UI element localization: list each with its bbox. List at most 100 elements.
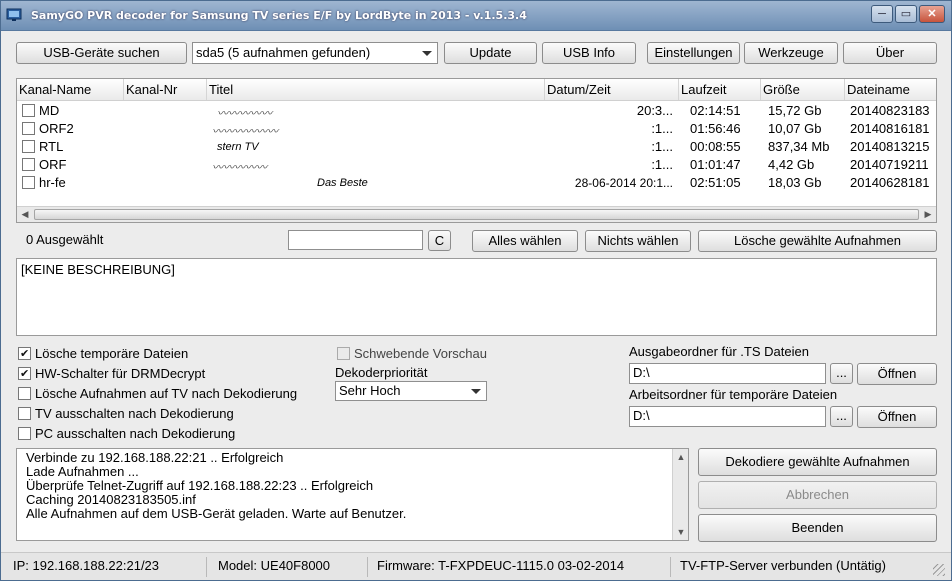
tools-button[interactable]: Werkzeuge [744, 42, 838, 64]
output-folder-label: Ausgabeordner für .TS Dateien [629, 344, 809, 359]
option-label: HW-Schalter für DRMDecrypt [35, 366, 206, 381]
option-label: Lösche temporäre Dateien [35, 346, 189, 361]
cell-date: :1... [651, 139, 673, 154]
chevron-down-icon [422, 51, 432, 56]
option-delete-on-tv[interactable]: Lösche Aufnahmen auf TV nach Dekodierung [18, 385, 297, 403]
row-checkbox[interactable] [22, 104, 35, 117]
recordings-list[interactable]: Kanal-Name Kanal-Nr Titel Datum/Zeit Lau… [16, 78, 937, 223]
exit-button[interactable]: Beenden [698, 514, 937, 542]
status-bar: IP: 192.168.188.22:21/23 Model: UE40F800… [1, 552, 951, 580]
table-row[interactable]: MD 〰︎〰︎〰︎〰︎〰︎ 20:3... 02:14:51 15,72 Gb … [17, 102, 936, 120]
obscured-title: 〰︎〰︎〰︎〰︎〰︎ [212, 161, 267, 171]
select-all-button[interactable]: Alles wählen [472, 230, 578, 252]
table-row[interactable]: ORF2 〰︎〰︎〰︎〰︎〰︎〰︎ :1... 01:56:46 10,07 G… [17, 120, 936, 138]
table-row[interactable]: hr-fe Das Beste 28-06-2014 20:1... 02:51… [17, 174, 936, 192]
select-none-button[interactable]: Nichts wählen [585, 230, 691, 252]
about-button[interactable]: Über [843, 42, 937, 64]
cell-channel: ORF [39, 157, 67, 172]
cell-duration: 02:14:51 [690, 103, 741, 118]
log-output[interactable]: Verbinde zu 192.168.188.22:21 .. Erfolgr… [16, 448, 689, 541]
checkbox-icon[interactable] [337, 347, 350, 360]
column-header[interactable]: Kanal-Nr [124, 79, 207, 100]
column-header[interactable]: Größe [761, 79, 845, 100]
browse-output-button[interactable]: ... [830, 363, 853, 384]
cell-date: 20:3... [636, 103, 673, 118]
cell-size: 837,34 Mb [768, 139, 830, 154]
usb-search-button[interactable]: USB-Geräte suchen [16, 42, 187, 64]
scrollbar-thumb[interactable] [34, 209, 919, 220]
column-header[interactable]: Dateiname [845, 79, 936, 100]
clear-filter-button[interactable]: C [428, 230, 451, 251]
vertical-scrollbar[interactable]: ▲ ▼ [672, 449, 688, 540]
window-title: SamyGO PVR decoder for Samsung TV series… [31, 9, 527, 22]
priority-value: Sehr Hoch [339, 383, 401, 398]
priority-label: Dekoderpriorität [335, 365, 428, 380]
checkbox-icon[interactable] [18, 427, 31, 440]
drive-select[interactable]: sda5 (5 aufnahmen gefunden) [192, 42, 438, 64]
browse-work-button[interactable]: ... [830, 406, 853, 427]
work-folder-input[interactable]: D:\ [629, 406, 826, 427]
scroll-right-icon[interactable]: ▶ [920, 207, 936, 222]
checkbox-checked-icon[interactable] [18, 345, 31, 363]
option-label: TV ausschalten nach Dekodierung [35, 406, 234, 421]
scroll-down-icon[interactable]: ▼ [673, 524, 689, 540]
output-folder-input[interactable]: D:\ [629, 363, 826, 384]
restore-button[interactable]: ▭ [895, 5, 917, 23]
update-button[interactable]: Update [444, 42, 537, 64]
checkbox-checked-icon[interactable] [18, 365, 31, 383]
minimize-button[interactable]: ─ [871, 5, 893, 23]
status-ip: IP: 192.168.188.22:21/23 [13, 558, 160, 573]
priority-select[interactable]: Sehr Hoch [335, 381, 487, 401]
log-line: Caching 20140823183505.inf [26, 492, 196, 507]
title-bar[interactable]: SamyGO PVR decoder for Samsung TV series… [1, 1, 951, 31]
option-pc-off[interactable]: PC ausschalten nach Dekodierung [18, 425, 235, 443]
cell-duration: 01:01:47 [690, 157, 741, 172]
row-checkbox[interactable] [22, 176, 35, 189]
work-folder-label: Arbeitsordner für temporäre Dateien [629, 387, 838, 402]
option-label: Lösche Aufnahmen auf TV nach Dekodierung [35, 386, 298, 401]
cell-size: 10,07 Gb [768, 121, 822, 136]
option-floating-preview[interactable]: Schwebende Vorschau [337, 345, 487, 363]
open-work-button[interactable]: Öffnen [857, 406, 937, 428]
row-checkbox[interactable] [22, 158, 35, 171]
column-header[interactable]: Laufzeit [679, 79, 761, 100]
settings-button[interactable]: Einstellungen [647, 42, 740, 64]
row-checkbox[interactable] [22, 140, 35, 153]
cell-channel: ORF2 [39, 121, 74, 136]
open-output-button[interactable]: Öffnen [857, 363, 937, 385]
checkbox-icon[interactable] [18, 407, 31, 420]
cell-date: :1... [651, 121, 673, 136]
cell-date: 28-06-2014 20:1... [574, 176, 673, 190]
option-delete-temp[interactable]: Lösche temporäre Dateien [18, 345, 188, 363]
drive-select-value: sda5 (5 aufnahmen gefunden) [196, 45, 371, 60]
option-hw-drm[interactable]: HW-Schalter für DRMDecrypt [18, 365, 205, 383]
cell-size: 15,72 Gb [768, 103, 822, 118]
table-row[interactable]: ORF 〰︎〰︎〰︎〰︎〰︎ :1... 01:01:47 4,42 Gb 20… [17, 156, 936, 174]
close-button[interactable]: ✕ [919, 5, 945, 23]
column-header[interactable]: Kanal-Name [17, 79, 124, 100]
column-header[interactable]: Titel [207, 79, 545, 100]
scroll-left-icon[interactable]: ◀ [17, 207, 33, 222]
resize-grip-icon[interactable] [933, 564, 945, 576]
filter-input[interactable] [288, 230, 423, 250]
obscured-title: 〰︎〰︎〰︎〰︎〰︎〰︎ [212, 125, 278, 135]
scroll-up-icon[interactable]: ▲ [673, 449, 689, 465]
usb-info-button[interactable]: USB Info [542, 42, 636, 64]
cell-channel: MD [39, 103, 60, 118]
app-icon [6, 8, 22, 21]
cancel-button[interactable]: Abbrechen [698, 481, 937, 509]
status-divider [206, 557, 207, 577]
checkbox-icon[interactable] [18, 387, 31, 400]
option-tv-off[interactable]: TV ausschalten nach Dekodierung [18, 405, 234, 423]
decode-button[interactable]: Dekodiere gewählte Aufnahmen [698, 448, 937, 476]
cell-filename: 20140628181 [850, 175, 930, 190]
description-box[interactable]: [KEINE BESCHREIBUNG] [16, 258, 937, 336]
delete-selected-button[interactable]: Lösche gewählte Aufnahmen [698, 230, 937, 252]
cell-channel: hr-fe [39, 175, 66, 190]
column-header[interactable]: Datum/Zeit [545, 79, 679, 100]
cell-filename: 20140816181 [850, 121, 930, 136]
description-text: [KEINE BESCHREIBUNG] [21, 262, 175, 277]
table-row[interactable]: RTL stern TV :1... 00:08:55 837,34 Mb 20… [17, 138, 936, 156]
row-checkbox[interactable] [22, 122, 35, 135]
horizontal-scrollbar[interactable]: ◀ ▶ [17, 206, 936, 222]
